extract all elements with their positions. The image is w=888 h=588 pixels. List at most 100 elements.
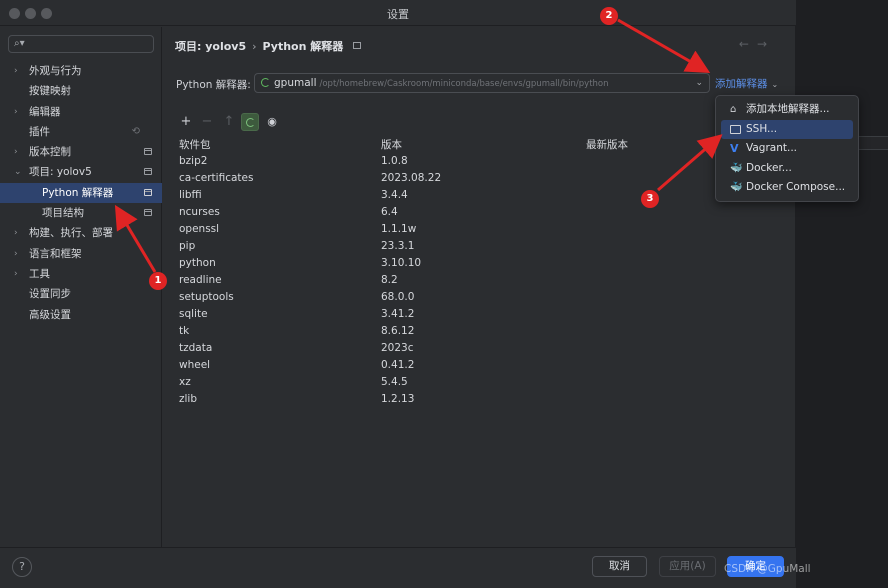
package-version: 3.4.4 xyxy=(381,189,408,201)
sidebar-item-label: 工具 xyxy=(29,267,50,280)
docker-icon: 🐳 xyxy=(730,182,743,193)
sidebar-item-keymap[interactable]: 按键映射 xyxy=(0,81,162,101)
table-row[interactable]: python 3.10.10 xyxy=(175,255,795,272)
menu-item-ssh[interactable]: SSH... xyxy=(721,120,853,139)
package-name: zlib xyxy=(179,393,198,405)
sidebar-item-settings-sync[interactable]: 设置同步 xyxy=(0,284,162,304)
table-row[interactable]: ncurses 6.4 xyxy=(175,204,795,221)
table-row[interactable]: sqlite 3.41.2 xyxy=(175,306,795,323)
sidebar-item-build[interactable]: › 构建、执行、部署 xyxy=(0,223,162,243)
apply-button[interactable]: 应用(A) xyxy=(659,556,716,577)
search-input[interactable]: ⌕▾ xyxy=(8,35,154,53)
interpreter-path: /opt/homebrew/Caskroom/miniconda/base/en… xyxy=(319,79,609,89)
sidebar-item-label: 高级设置 xyxy=(29,308,71,321)
conda-icon xyxy=(245,118,255,127)
project-scope-icon xyxy=(144,188,152,196)
package-version: 68.0.0 xyxy=(381,291,415,303)
package-name: ncurses xyxy=(179,206,220,218)
sidebar-item-languages[interactable]: › 语言和框架 xyxy=(0,244,162,264)
terminal-icon xyxy=(730,125,741,134)
chevron-right-icon: › xyxy=(14,248,18,259)
package-name: openssl xyxy=(179,223,220,235)
sidebar-item-advanced[interactable]: 高级设置 xyxy=(0,305,162,325)
table-row[interactable]: tzdata 2023c xyxy=(175,340,795,357)
sidebar-item-label: 构建、执行、部署 xyxy=(29,227,113,240)
table-row[interactable]: openssl 1.1.1w xyxy=(175,221,795,238)
annotation-badge-1: 1 xyxy=(149,272,167,290)
sidebar-item-version-control[interactable]: › 版本控制 xyxy=(0,142,162,162)
package-version: 23.3.1 xyxy=(381,240,415,252)
table-row[interactable]: ca-certificates 2023.08.22 xyxy=(175,170,795,187)
sidebar-item-appearance[interactable]: › 外观与行为 xyxy=(0,61,162,81)
watermark: CSDN @GpuMall xyxy=(724,563,811,575)
project-scope-icon xyxy=(144,148,152,156)
show-early-releases-button[interactable]: ◉ xyxy=(263,113,281,131)
add-interpreter-button[interactable]: 添加解释器 ⌄ xyxy=(715,76,778,91)
table-row[interactable]: pip 23.3.1 xyxy=(175,238,795,255)
settings-sidebar: ⌕▾ › 外观与行为 按键映射 › 编辑器 插件 ⟲ › 版本控制 ⌄ 项目: yolov… xyxy=(0,27,162,547)
table-row[interactable]: libffi 3.4.4 xyxy=(175,187,795,204)
arrow-up-icon: ↑ xyxy=(223,114,235,129)
column-header-version[interactable]: 版本 xyxy=(381,137,402,152)
column-header-latest[interactable]: 最新版本 xyxy=(586,137,628,152)
sidebar-item-editor[interactable]: › 编辑器 xyxy=(0,102,162,122)
back-arrow-icon[interactable]: ← xyxy=(739,37,757,51)
breadcrumb-separator: › xyxy=(252,40,257,53)
menu-item-docker-compose[interactable]: 🐳 Docker Compose... xyxy=(721,178,853,197)
package-name: python xyxy=(179,257,216,269)
sidebar-item-project-structure[interactable]: 项目结构 xyxy=(0,203,162,223)
package-version: 2023.08.22 xyxy=(381,172,442,184)
sidebar-item-python-interpreter[interactable]: Python 解释器 xyxy=(0,182,162,204)
cancel-button[interactable]: 取消 xyxy=(592,556,647,577)
packages-table: 软件包 版本 最新版本 bzip2 1.0.8 ca-certificates 20… xyxy=(175,135,795,408)
breadcrumb: 项目: yolov5 › Python 解释器 xyxy=(175,38,362,54)
help-button[interactable]: ? xyxy=(12,557,32,577)
sidebar-item-label: 项目: yolov5 xyxy=(29,166,92,179)
menu-item-vagrant[interactable]: V Vagrant... xyxy=(721,139,853,158)
package-version: 3.10.10 xyxy=(381,257,422,269)
table-row[interactable]: setuptools 68.0.0 xyxy=(175,289,795,306)
table-row[interactable]: wheel 0.41.2 xyxy=(175,357,795,374)
sidebar-item-tools[interactable]: › 工具 xyxy=(0,264,162,284)
sidebar-item-plugins[interactable]: 插件 ⟲ xyxy=(0,122,162,142)
column-header-package[interactable]: 软件包 xyxy=(179,137,211,152)
interpreter-select[interactable]: gpumall/opt/homebrew/Caskroom/miniconda/… xyxy=(254,73,710,93)
remove-package-button[interactable]: − xyxy=(198,113,216,131)
package-version: 8.2 xyxy=(381,274,398,286)
package-name: readline xyxy=(179,274,222,286)
settings-nav: › 外观与行为 按键映射 › 编辑器 插件 ⟲ › 版本控制 ⌄ 项目: yolov5 P… xyxy=(0,61,162,325)
vagrant-icon: V xyxy=(730,142,739,155)
conda-env-icon xyxy=(261,78,270,87)
table-row[interactable]: zlib 1.2.13 xyxy=(175,391,795,408)
project-scope-icon xyxy=(353,42,362,49)
table-row[interactable]: xz 5.4.5 xyxy=(175,374,795,391)
sidebar-item-label: 外观与行为 xyxy=(29,65,82,77)
upgrade-package-button[interactable]: ↑ xyxy=(220,113,238,131)
chevron-right-icon: › xyxy=(14,268,18,279)
add-interpreter-label: 添加解释器 xyxy=(715,78,768,90)
package-name: ca-certificates xyxy=(179,172,254,184)
menu-item-docker[interactable]: 🐳 Docker... xyxy=(721,159,853,178)
table-header: 软件包 版本 最新版本 xyxy=(175,135,795,153)
menu-item-label: Vagrant... xyxy=(746,142,798,154)
table-row[interactable]: tk 8.6.12 xyxy=(175,323,795,340)
background-editor xyxy=(796,0,888,588)
translate-icon: ⟲ xyxy=(131,125,140,137)
menu-item-local-interpreter[interactable]: ⌂ 添加本地解释器... xyxy=(721,100,853,119)
forward-arrow-icon[interactable]: → xyxy=(757,37,775,51)
home-icon: ⌂ xyxy=(730,104,737,115)
menu-item-label: Docker... xyxy=(746,162,792,174)
package-version: 2023c xyxy=(381,342,414,354)
conda-toggle-button[interactable] xyxy=(241,113,259,131)
interpreter-label: Python 解释器: xyxy=(176,79,251,91)
package-name: tzdata xyxy=(179,342,213,354)
package-name: pip xyxy=(179,240,196,252)
chevron-down-icon: ⌄ xyxy=(771,80,779,89)
table-row[interactable]: readline 8.2 xyxy=(175,272,795,289)
sidebar-item-project[interactable]: ⌄ 项目: yolov5 xyxy=(0,162,162,182)
add-package-button[interactable]: + xyxy=(177,113,195,131)
dialog-footer: ? 取消 应用(A) 确定 xyxy=(0,547,796,588)
table-row[interactable]: bzip2 1.0.8 xyxy=(175,153,795,170)
search-icon: ⌕▾ xyxy=(14,38,25,49)
package-version: 5.4.5 xyxy=(381,376,408,388)
